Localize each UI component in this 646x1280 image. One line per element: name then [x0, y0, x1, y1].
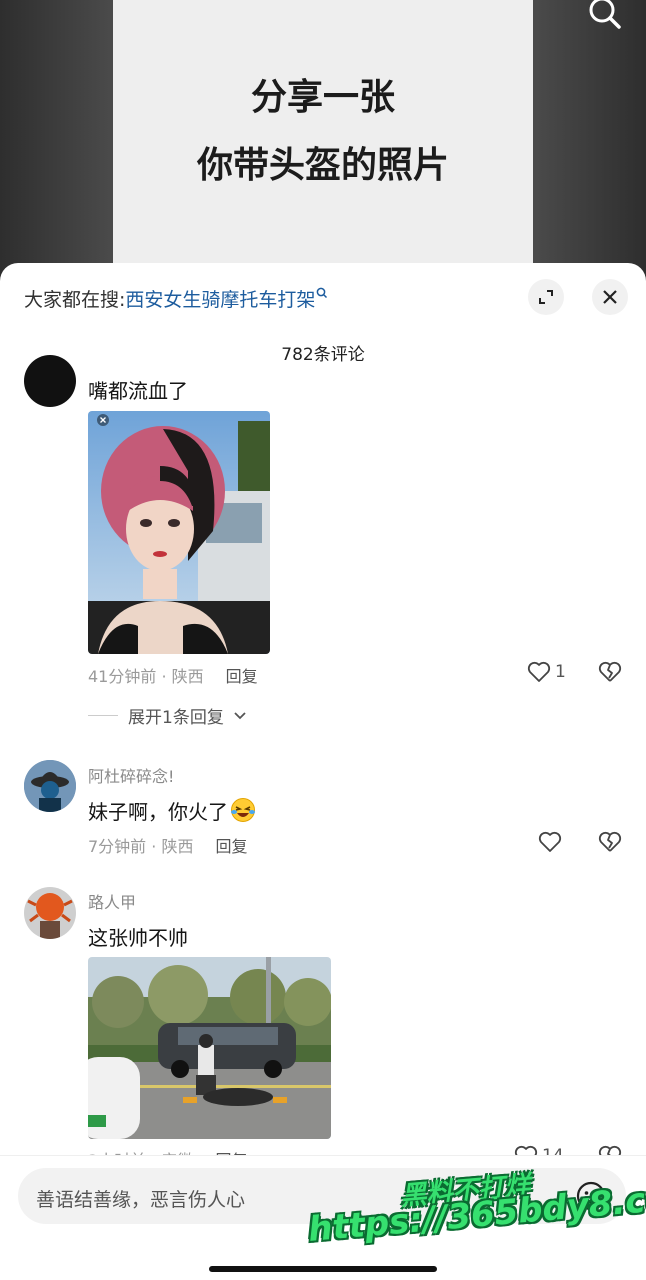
comment-input-placeholder: 善语结善缘，恶言伤人心 — [36, 1189, 246, 1211]
comment-text: 这张帅不帅 — [88, 926, 188, 950]
close-button[interactable] — [592, 279, 628, 315]
avatar[interactable] — [24, 355, 76, 407]
video-background: 分享一张 你带头盔的照片 — [0, 0, 646, 290]
like-button[interactable]: 1 — [527, 661, 566, 683]
comment-sheet: 大家都在搜:西安女生骑摩托车打架 782条评论 嘴都流血了 41分钟前 · 陕西… — [0, 263, 646, 1280]
broken-heart-icon[interactable] — [597, 831, 623, 853]
fullscreen-button[interactable] — [528, 279, 564, 315]
expand-replies-button[interactable]: 展开1条回复 — [88, 703, 246, 728]
comment-count: 782条评论 — [281, 345, 365, 365]
comment-text: 妹子啊，你火了 — [88, 796, 256, 825]
heart-icon — [527, 661, 551, 682]
broken-heart-icon[interactable] — [597, 661, 623, 683]
hot-search-prefix: 大家都在搜: — [24, 289, 126, 311]
video-title-line1: 分享一张 — [250, 77, 395, 118]
search-icon[interactable] — [584, 0, 624, 36]
hot-search-bar[interactable]: 大家都在搜:西安女生骑摩托车打架 — [24, 285, 328, 312]
reply-button[interactable]: 回复 — [215, 837, 247, 856]
comment-time-location: 7分钟前 · 陕西 — [88, 837, 194, 856]
comment-text-body: 妹子啊，你火了 — [88, 800, 228, 824]
username[interactable]: 阿杜碎碎念! — [88, 763, 174, 787]
comment-text: 嘴都流血了 — [88, 379, 188, 403]
fullscreen-icon — [539, 290, 553, 304]
comment-time-location: 41分钟前 · 陕西 — [88, 667, 204, 686]
chevron-down-icon — [234, 711, 246, 719]
home-indicator[interactable] — [209, 1266, 437, 1272]
hot-search-term[interactable]: 西安女生骑摩托车打架 — [125, 289, 315, 311]
divider-line — [88, 715, 118, 716]
video-title-card: 分享一张 你带头盔的照片 — [113, 0, 533, 290]
like-button[interactable] — [538, 831, 566, 853]
heart-icon — [538, 831, 562, 852]
comment-meta: 7分钟前 · 陕西 回复 — [88, 833, 247, 857]
comment-image[interactable] — [88, 957, 331, 1139]
like-count: 1 — [555, 662, 566, 682]
username[interactable]: 路人甲 — [88, 889, 136, 913]
avatar[interactable] — [24, 760, 76, 812]
comment-meta: 41分钟前 · 陕西 回复 — [88, 663, 258, 687]
comment-image[interactable] — [88, 411, 270, 654]
video-title-line2: 你带头盔的照片 — [196, 145, 449, 186]
avatar[interactable] — [24, 887, 76, 939]
close-icon — [603, 290, 617, 304]
search-small-icon — [317, 287, 328, 299]
laughing-tears-emoji-icon — [231, 798, 255, 822]
reply-button[interactable]: 回复 — [226, 667, 258, 686]
expand-replies-label: 展开1条回复 — [128, 708, 224, 728]
